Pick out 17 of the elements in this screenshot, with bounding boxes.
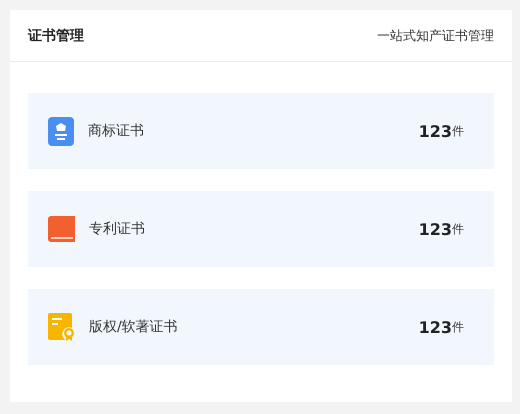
- certificate-count: 123: [418, 122, 452, 140]
- panel-subtitle: 一站式知产证书管理: [377, 28, 494, 44]
- certificate-label: 专利证书: [89, 220, 146, 238]
- book-icon: [48, 216, 75, 242]
- certificate-card[interactable]: 专利证书 123件: [28, 191, 494, 267]
- certificate-card[interactable]: 版权/软著证书 123件: [28, 289, 494, 365]
- badge-icon: [48, 116, 74, 146]
- certificate-label: 商标证书: [88, 122, 145, 140]
- certificate-count: 123: [418, 220, 452, 238]
- count-unit: 件: [452, 318, 464, 336]
- count-unit: 件: [452, 122, 464, 140]
- certificate-icon: [48, 313, 75, 341]
- certificate-count: 123: [418, 318, 452, 336]
- count-unit: 件: [452, 220, 464, 238]
- panel-title: 证书管理: [28, 26, 84, 44]
- certificate-label: 版权/软著证书: [89, 318, 179, 336]
- certificate-card[interactable]: 商标证书 123件: [28, 93, 494, 169]
